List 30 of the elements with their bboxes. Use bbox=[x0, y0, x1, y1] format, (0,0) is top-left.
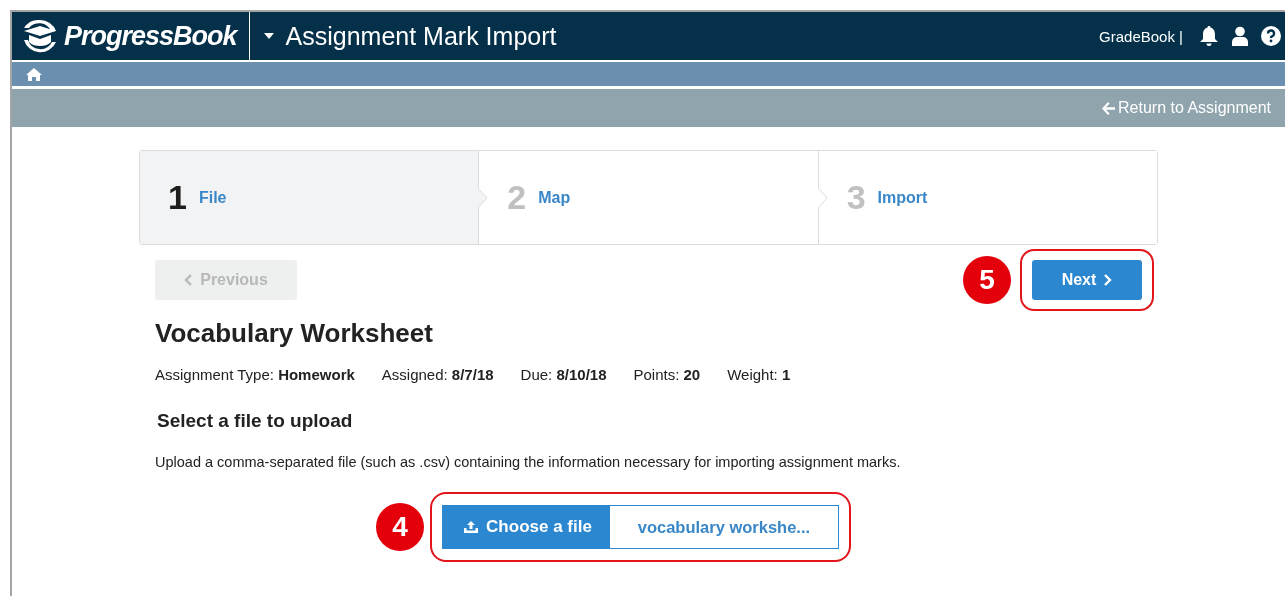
chevron-divider-icon bbox=[817, 188, 828, 208]
callout-number: 5 bbox=[963, 255, 1011, 304]
assignment-title: Vocabulary Worksheet bbox=[155, 318, 434, 348]
caret-icon[interactable] bbox=[263, 33, 274, 39]
page-title: Assignment Mark Import bbox=[285, 21, 557, 51]
choose-file-button[interactable]: Choose a file bbox=[442, 505, 610, 549]
callout-number: 4 bbox=[376, 503, 425, 551]
chevron-right-icon bbox=[1104, 273, 1113, 286]
chevron-left-icon bbox=[184, 273, 193, 286]
section-heading: Select a file to upload bbox=[157, 409, 354, 433]
upload-icon bbox=[464, 521, 479, 533]
meta-item: Weight: 1 bbox=[727, 365, 791, 385]
wizard-step[interactable]: 3 Import bbox=[817, 151, 1157, 244]
next-button[interactable]: Next bbox=[1032, 259, 1142, 300]
app-label[interactable]: GradeBook | bbox=[1099, 27, 1183, 45]
arrow-left-icon bbox=[1101, 100, 1117, 116]
upload-description: Upload a comma-separated file (such as .csv) containing the information necessary for importing assignment marks. bbox=[155, 453, 902, 472]
meta-item: Points: 20 bbox=[633, 365, 701, 385]
user-icon[interactable] bbox=[1231, 26, 1249, 46]
help-icon[interactable] bbox=[1261, 26, 1281, 46]
home-icon[interactable] bbox=[26, 67, 42, 81]
bell-icon[interactable] bbox=[1199, 25, 1219, 47]
meta-item: Assignment Type: Homework bbox=[155, 365, 355, 385]
meta-item: Assigned: 8/7/18 bbox=[381, 365, 494, 385]
file-name-field[interactable]: vocabulary workshe... bbox=[609, 505, 839, 549]
return-link[interactable]: Return to Assignment bbox=[1101, 99, 1271, 117]
chevron-divider-icon bbox=[478, 188, 489, 208]
meta-item: Due: 8/10/18 bbox=[520, 365, 607, 385]
wizard-step[interactable]: 1 File bbox=[140, 151, 479, 244]
logo-text[interactable]: ProgressBook bbox=[64, 20, 237, 52]
